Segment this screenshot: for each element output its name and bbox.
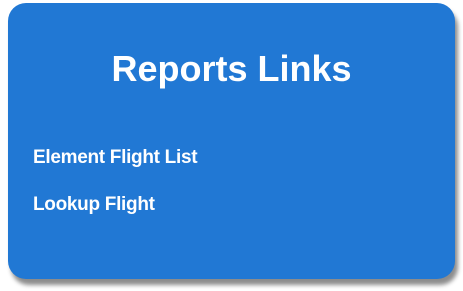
element-flight-list-link[interactable]: Element Flight List <box>33 146 198 170</box>
lookup-flight-link[interactable]: Lookup Flight <box>33 193 155 217</box>
panel-title: Reports Links <box>111 48 352 89</box>
list-item: Lookup Flight <box>33 193 197 217</box>
reports-links-panel: Reports Links Element Flight List Lookup… <box>8 3 455 279</box>
reports-link-list: Element Flight List Lookup Flight <box>33 146 198 240</box>
list-item: Element Flight List <box>33 146 198 170</box>
